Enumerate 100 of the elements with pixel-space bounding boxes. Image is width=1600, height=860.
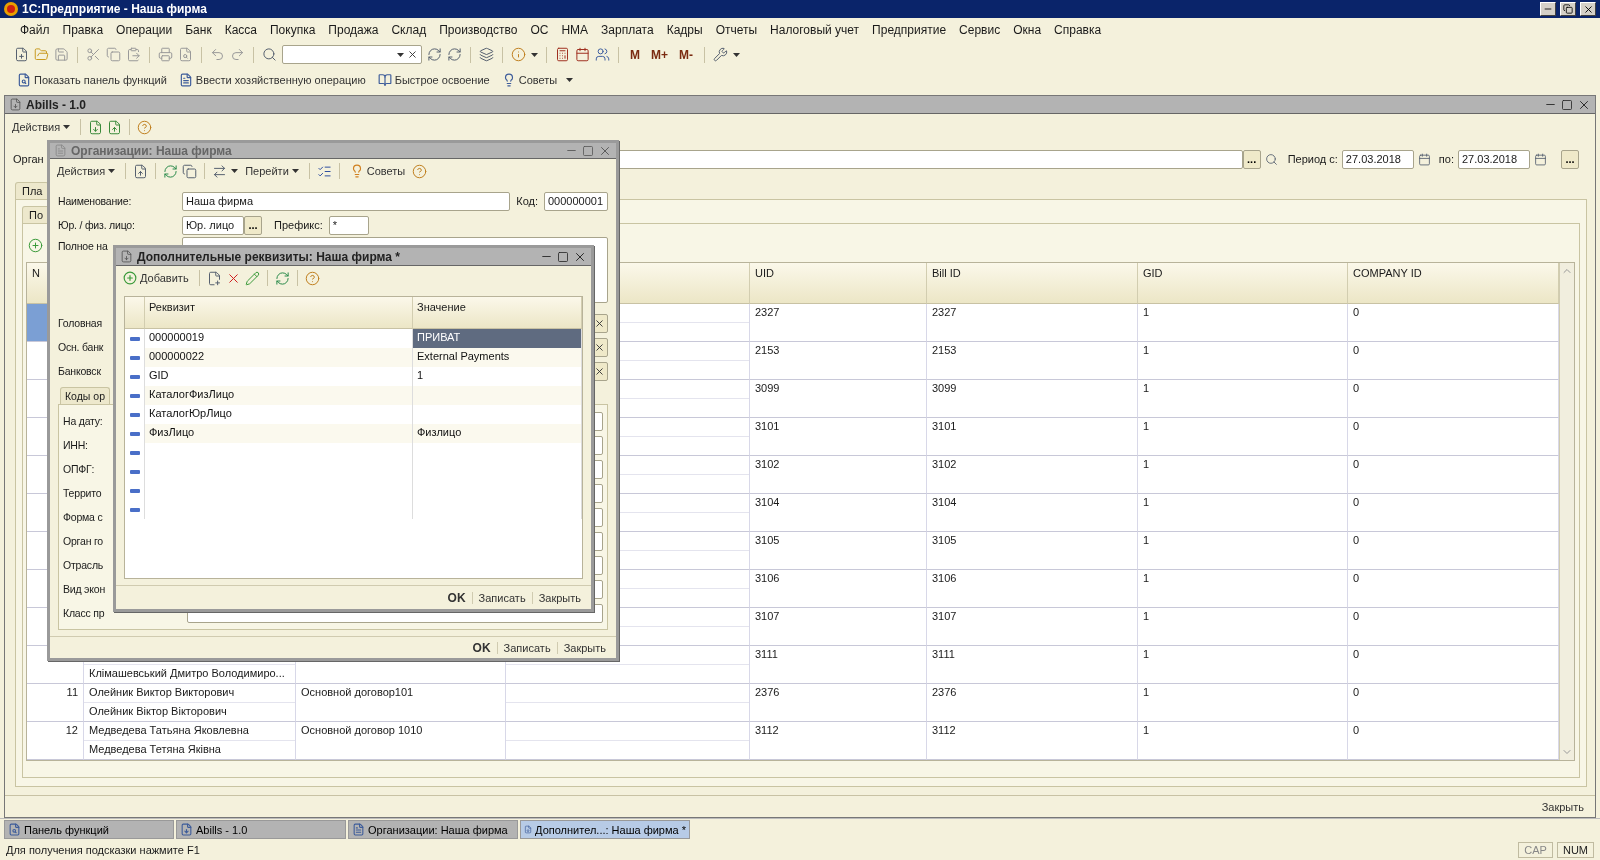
checklist-icon[interactable] bbox=[316, 163, 332, 179]
memory-button[interactable]: M bbox=[627, 47, 643, 62]
tab[interactable]: Коды ор bbox=[60, 387, 110, 405]
menu-item[interactable]: Касса bbox=[220, 23, 261, 37]
menu-item[interactable]: Справка bbox=[1050, 23, 1106, 37]
calendar-icon[interactable] bbox=[1534, 152, 1547, 166]
help-icon[interactable] bbox=[412, 163, 428, 179]
users-icon[interactable] bbox=[595, 47, 610, 62]
date-field[interactable]: 27.03.2018 bbox=[1341, 149, 1414, 169]
taskbar-item[interactable]: Дополнител...: Наша фирма * bbox=[520, 820, 690, 839]
menu-item[interactable]: Файл bbox=[16, 23, 54, 37]
document-arrow-icon[interactable] bbox=[88, 119, 104, 135]
menu-item[interactable]: Склад bbox=[387, 23, 431, 37]
undo-icon[interactable] bbox=[210, 47, 225, 62]
folder-icon[interactable] bbox=[34, 47, 49, 62]
tips-button[interactable]: Советы bbox=[346, 164, 409, 179]
search-icon[interactable] bbox=[262, 47, 277, 62]
taskbar-item[interactable]: Панель функций bbox=[4, 820, 174, 839]
pencil-icon[interactable] bbox=[244, 270, 260, 286]
input-field[interactable]: Наша фирма bbox=[182, 191, 511, 211]
save-icon[interactable] bbox=[54, 47, 69, 62]
tab[interactable]: Пла bbox=[15, 182, 50, 199]
cut-icon[interactable] bbox=[86, 47, 101, 62]
find-previous-icon[interactable] bbox=[447, 47, 462, 62]
printer-icon[interactable] bbox=[158, 47, 173, 62]
menu-item[interactable]: НМА bbox=[557, 23, 593, 37]
menu-item[interactable]: Покупка bbox=[266, 23, 320, 37]
date-field[interactable]: 27.03.2018 bbox=[1458, 149, 1530, 169]
menu-item[interactable]: Отчеты bbox=[711, 23, 762, 37]
field-label: Код: bbox=[516, 195, 538, 208]
copy-icon[interactable] bbox=[182, 163, 198, 179]
selected-cell[interactable]: ПРИВАТ bbox=[413, 329, 582, 348]
toolbar-button[interactable]: Быстрое освоение bbox=[374, 73, 493, 87]
print-preview-icon[interactable] bbox=[178, 47, 193, 62]
paste-icon[interactable] bbox=[126, 47, 141, 62]
taskbar-item[interactable]: Abills - 1.0 bbox=[176, 820, 346, 839]
calendar-icon[interactable] bbox=[575, 47, 590, 62]
redo-icon[interactable] bbox=[230, 47, 245, 62]
windows-icon[interactable] bbox=[479, 47, 494, 62]
add-icon[interactable] bbox=[28, 237, 43, 253]
maximize-button[interactable] bbox=[1561, 98, 1573, 111]
minimize-button[interactable] bbox=[1540, 2, 1556, 16]
menu-item[interactable]: Продажа bbox=[324, 23, 383, 37]
close-button[interactable] bbox=[1580, 2, 1596, 16]
dialog-button[interactable]: Записать bbox=[471, 591, 532, 604]
period-button[interactable]: ... bbox=[1561, 149, 1579, 169]
clear-icon[interactable] bbox=[407, 49, 418, 60]
menu-item[interactable]: Сервис bbox=[955, 23, 1005, 37]
menu-item[interactable]: Зарплата bbox=[597, 23, 658, 37]
restore-button[interactable] bbox=[1560, 2, 1576, 16]
select-button[interactable]: ... bbox=[244, 215, 262, 235]
help-icon[interactable] bbox=[137, 119, 153, 135]
calculator-icon[interactable] bbox=[555, 47, 570, 62]
toolbar-button[interactable]: Советы bbox=[498, 73, 561, 87]
maximize-button[interactable] bbox=[557, 250, 569, 263]
menu-item[interactable]: Окна bbox=[1009, 23, 1046, 37]
menu-item[interactable]: Правка bbox=[58, 23, 108, 37]
menu-item[interactable]: Операции bbox=[112, 23, 177, 37]
table-cell: 3099 bbox=[932, 382, 957, 394]
menu-item[interactable]: Банк bbox=[181, 23, 216, 37]
dialog-button[interactable]: OK bbox=[466, 640, 497, 655]
search-field[interactable] bbox=[282, 45, 422, 64]
actions-menu[interactable]: Действия bbox=[54, 165, 119, 178]
table-cell: Олейник Виктор Викторович bbox=[89, 686, 235, 698]
refresh-icon[interactable] bbox=[274, 270, 290, 286]
toolbar-button[interactable]: Показать панель функций bbox=[14, 73, 170, 87]
find-next-icon[interactable] bbox=[427, 47, 442, 62]
add-button[interactable]: Добавить bbox=[120, 271, 192, 285]
dialog-button[interactable]: Закрыть bbox=[531, 591, 587, 604]
input-field[interactable]: Юр. лицо bbox=[182, 215, 244, 235]
menu-item[interactable]: Налоговый учет bbox=[766, 23, 864, 37]
search-icon[interactable] bbox=[1264, 152, 1278, 166]
menu-item[interactable]: Кадры bbox=[662, 23, 707, 37]
calendar-icon[interactable] bbox=[1417, 152, 1431, 166]
refresh-icon[interactable] bbox=[163, 163, 179, 179]
new-document-icon[interactable] bbox=[14, 47, 29, 62]
help-icon[interactable] bbox=[304, 270, 320, 286]
copy-document-icon[interactable] bbox=[206, 270, 222, 286]
dialog-button[interactable]: Записать bbox=[496, 641, 557, 654]
info-icon[interactable] bbox=[511, 47, 526, 62]
menu-item[interactable]: Производство bbox=[435, 23, 522, 37]
close-button[interactable]: Закрыть bbox=[1538, 800, 1587, 813]
select-button[interactable]: ... bbox=[1242, 149, 1261, 169]
taskbar-item[interactable]: Организации: Наша фирма bbox=[348, 820, 518, 839]
memory-button[interactable]: M+ bbox=[648, 47, 671, 62]
document-arrow-icon[interactable] bbox=[107, 119, 123, 135]
actions-menu[interactable]: Действия bbox=[9, 121, 74, 133]
input-field[interactable]: 000000001 bbox=[544, 191, 608, 211]
arrows-icon[interactable] bbox=[212, 163, 228, 179]
memory-button[interactable]: M- bbox=[676, 47, 696, 62]
toolbar-button[interactable]: Ввести хозяйственную операцию bbox=[175, 73, 369, 87]
goto-menu[interactable]: Перейти bbox=[242, 165, 302, 178]
menu-item[interactable]: ОС bbox=[526, 23, 553, 37]
maximize-button[interactable] bbox=[582, 144, 594, 157]
dialog-button[interactable]: OK bbox=[441, 590, 472, 605]
dialog-button[interactable]: Закрыть bbox=[556, 641, 612, 654]
input-field[interactable]: * bbox=[328, 215, 369, 235]
menu-item[interactable]: Предприятие bbox=[868, 23, 951, 37]
document-arrow-icon[interactable] bbox=[133, 163, 149, 179]
wrench-icon[interactable] bbox=[713, 47, 728, 62]
